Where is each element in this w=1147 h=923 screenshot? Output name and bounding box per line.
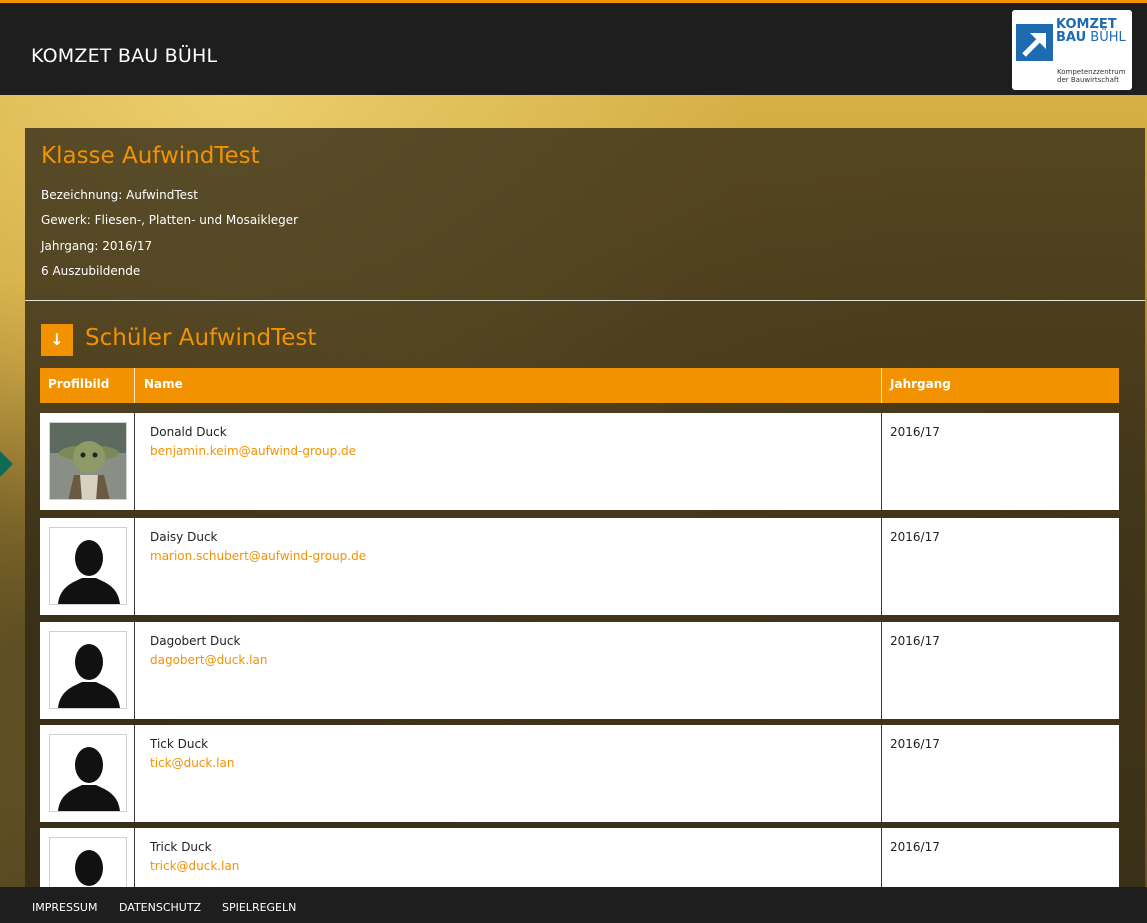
footer-link-spielregeln[interactable]: SPIELREGELN (222, 901, 296, 914)
logo-subtitle-1: Kompetenzzentrum (1057, 68, 1126, 76)
student-year: 2016/17 (890, 737, 940, 751)
student-name: Tick Duck (150, 737, 209, 751)
column-separator (134, 368, 135, 403)
site-header: KOMZET BAU BÜHL KOMZET BAU BÜHL Kompeten… (0, 3, 1147, 95)
column-header-name: Name (144, 377, 183, 391)
logo-arrow-icon (1016, 24, 1053, 61)
avatar (49, 631, 127, 709)
student-name: Dagobert Duck (150, 634, 241, 648)
column-header-profilbild: Profilbild (48, 377, 110, 391)
logo-subtitle-2: der Bauwirtschaft (1057, 76, 1119, 84)
silhouette-icon (58, 644, 120, 708)
avatar (49, 734, 127, 812)
student-name: Trick Duck (150, 840, 212, 854)
table-row[interactable]: Dagobert Duck dagobert@duck.lan 2016/17 (40, 622, 1119, 719)
student-year: 2016/17 (890, 530, 940, 544)
avatar (49, 422, 127, 500)
silhouette-icon (58, 540, 120, 604)
column-separator (134, 622, 135, 719)
komzet-logo[interactable]: KOMZET BAU BÜHL Kompetenzzentrum der Bau… (1012, 10, 1132, 90)
table-row[interactable]: Tick Duck tick@duck.lan 2016/17 (40, 725, 1119, 822)
table-row[interactable]: Daisy Duck marion.schubert@aufwind-group… (40, 518, 1119, 615)
column-separator (881, 518, 882, 615)
table-header: Profilbild Name Jahrgang (40, 368, 1119, 403)
student-year: 2016/17 (890, 634, 940, 648)
arrow-down-icon[interactable]: ↓ (41, 324, 73, 356)
content-panel: Klasse AufwindTest Bezeichnung: AufwindT… (25, 128, 1145, 923)
student-email-link[interactable]: trick@duck.lan (150, 859, 239, 873)
yoda-photo-icon (50, 423, 126, 499)
student-name: Donald Duck (150, 425, 227, 439)
student-email-link[interactable]: benjamin.keim@aufwind-group.de (150, 444, 356, 458)
column-separator (881, 622, 882, 719)
site-title[interactable]: KOMZET BAU BÜHL (31, 45, 217, 67)
footer-link-impressum[interactable]: IMPRESSUM (32, 901, 97, 914)
class-gewerk: Gewerk: Fliesen-, Platten- und Mosaikleg… (41, 213, 299, 227)
divider (25, 300, 1145, 301)
student-email-link[interactable]: marion.schubert@aufwind-group.de (150, 549, 366, 563)
student-year: 2016/17 (890, 840, 940, 854)
class-title: Klasse AufwindTest (41, 143, 260, 169)
student-email-link[interactable]: tick@duck.lan (150, 756, 234, 770)
silhouette-icon (58, 747, 120, 811)
student-year: 2016/17 (890, 425, 940, 439)
table-row[interactable]: Donald Duck benjamin.keim@aufwind-group.… (40, 413, 1119, 510)
logo-text-line2: BAU BÜHL (1056, 30, 1126, 45)
column-separator (881, 413, 882, 510)
class-student-count: 6 Auszubildende (41, 264, 141, 278)
student-email-link[interactable]: dagobert@duck.lan (150, 653, 267, 667)
column-separator (881, 725, 882, 822)
site-footer: IMPRESSUM DATENSCHUTZ SPIELREGELN (0, 887, 1147, 923)
student-name: Daisy Duck (150, 530, 218, 544)
column-separator (134, 725, 135, 822)
section-title[interactable]: Schüler AufwindTest (85, 325, 316, 351)
avatar (49, 527, 127, 605)
column-separator (134, 413, 135, 510)
column-separator (881, 368, 882, 403)
slide-handle-icon[interactable] (0, 451, 13, 477)
footer-link-datenschutz[interactable]: DATENSCHUTZ (119, 901, 201, 914)
class-bezeichnung: Bezeichnung: AufwindTest (41, 188, 198, 202)
column-separator (134, 518, 135, 615)
class-jahrgang: Jahrgang: 2016/17 (41, 239, 153, 253)
column-header-jahrgang: Jahrgang (890, 377, 951, 391)
